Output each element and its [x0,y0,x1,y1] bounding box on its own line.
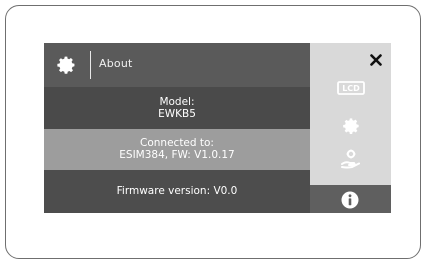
firmware-row: Firmware version: V0.0 [44,170,310,213]
connected-label: Connected to: [140,137,214,149]
model-value: EWKB5 [158,108,196,120]
close-icon[interactable] [370,54,382,66]
lcd-icon-label: LCD [342,84,360,93]
sidebar-item-service[interactable] [310,147,391,169]
model-label: Model: [159,96,195,108]
lcd-icon: LCD [336,81,365,95]
main-panel: About Model: EWKB5 Connected to: ESIM384… [44,43,310,213]
gear-icon [342,118,359,134]
page-title: About [99,57,133,70]
screen: About Model: EWKB5 Connected to: ESIM384… [44,43,391,213]
model-row: Model: EWKB5 [44,87,310,129]
sidebar-item-lcd[interactable]: LCD [310,81,391,95]
header-divider [90,51,91,79]
sidebar: LCD [310,43,391,213]
header-bar: About [44,43,310,87]
connected-row: Connected to: ESIM384, FW: V1.0.17 [44,129,310,170]
sidebar-item-settings[interactable] [310,116,391,136]
firmware-version: Firmware version: V0.0 [116,185,238,197]
settings-gear-icon [57,56,75,74]
hand-service-icon [340,149,360,169]
connected-value: ESIM384, FW: V1.0.17 [119,149,235,161]
info-icon [341,191,359,209]
